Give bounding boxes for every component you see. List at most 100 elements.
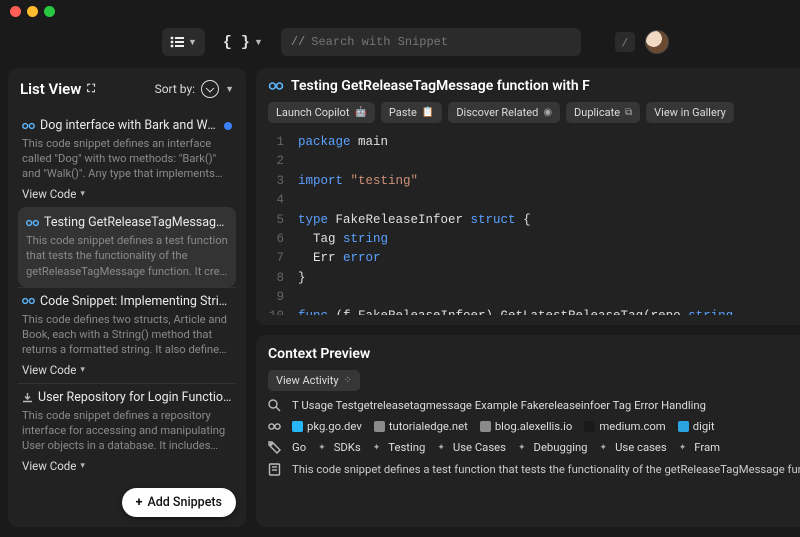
code-line: 7 Err error — [268, 249, 800, 268]
snippet-title: Dog interface with Bark and Walk… — [40, 118, 219, 133]
view-code-button[interactable]: View Code▾ — [22, 459, 232, 473]
link-icon — [26, 219, 39, 227]
code-line: 5type FakeReleaseInfoer struct { — [268, 211, 800, 230]
add-snippets-button[interactable]: + Add Snippets — [122, 488, 236, 517]
code-viewer-panel: Testing GetReleaseTagMessage function wi… — [256, 68, 800, 325]
lens-icon: ◉ — [543, 107, 552, 118]
note-icon — [268, 463, 282, 476]
sort-label: Sort by: — [155, 82, 196, 96]
braces-icon: { } — [223, 34, 250, 51]
context-link[interactable]: blog.alexellis.io — [480, 420, 572, 433]
avatar[interactable] — [645, 30, 669, 54]
line-number: 5 — [268, 211, 298, 230]
minimize-window-dot[interactable] — [27, 6, 38, 17]
search-input[interactable] — [311, 35, 571, 49]
snippet-card[interactable]: User Repository for Login Functio…This c… — [18, 383, 236, 479]
context-tag[interactable]: Go — [292, 441, 306, 454]
line-number: 1 — [268, 133, 298, 152]
search-input-wrap[interactable]: // — [281, 28, 581, 56]
line-number: 10 — [268, 307, 298, 315]
context-link[interactable]: digit — [678, 420, 715, 433]
link-icon — [268, 81, 284, 91]
viewer-title: Testing GetReleaseTagMessage function wi… — [291, 78, 590, 94]
download-icon — [22, 392, 33, 403]
action-view-in-gallery[interactable]: View in Gallery — [646, 102, 734, 123]
snippet-title: Code Snippet: Implementing Strin… — [40, 294, 232, 309]
action-label: Discover Related — [456, 106, 538, 119]
unread-dot — [224, 122, 232, 130]
line-number: 6 — [268, 230, 298, 249]
expand-icon[interactable]: ⛶ — [87, 82, 95, 96]
context-tag[interactable]: Use Cases — [437, 441, 506, 454]
link-icon — [22, 122, 35, 130]
braces-menu-button[interactable]: { } ▼ — [215, 28, 271, 56]
context-preview-panel: Context Preview ≡ View Activity ⁘ T Usag… — [256, 335, 800, 527]
clock-icon — [201, 80, 219, 98]
snippet-title: User Repository for Login Functio… — [38, 390, 231, 405]
context-link[interactable]: pkg.go.dev — [292, 420, 362, 433]
favicon — [678, 421, 689, 432]
snippet-card[interactable]: Testing GetReleaseTagMessage…This code s… — [18, 207, 236, 286]
context-tag[interactable]: Use cases — [600, 441, 667, 454]
snippet-card[interactable]: Code Snippet: Implementing Strin… This co… — [18, 287, 236, 383]
action-discover-related[interactable]: Discover Related ◉ — [448, 102, 560, 123]
context-tag[interactable]: Fram — [679, 441, 720, 454]
search-prefix: // — [291, 35, 305, 49]
context-desc-row: This code snippet defines a test functio… — [268, 462, 800, 478]
close-window-dot[interactable] — [10, 6, 21, 17]
list-menu-button[interactable]: ▼ — [162, 28, 205, 56]
favicon — [480, 421, 491, 432]
action-duplicate[interactable]: Duplicate ⧉ — [566, 102, 640, 123]
snippet-desc: This code defines two structs, Article a… — [22, 312, 232, 357]
view-activity-button[interactable]: View Activity ⁘ — [268, 370, 360, 391]
list-view-title: List View — [20, 80, 81, 98]
code-line: 10func (f FakeReleaseInfoer) GetLatestRe… — [268, 307, 800, 315]
line-number: 4 — [268, 191, 298, 210]
window-titlebar — [0, 0, 800, 22]
snippet-desc: This code snippet defines a test functio… — [26, 233, 228, 278]
favicon — [292, 421, 303, 432]
snippet-desc: This code snippet defines an interface c… — [22, 136, 232, 181]
code-line: 6 Tag string — [268, 230, 800, 249]
line-number: 7 — [268, 249, 298, 268]
list-icon — [170, 36, 184, 48]
tag-icon — [268, 441, 282, 454]
favicon — [374, 421, 385, 432]
action-paste[interactable]: Paste📋 — [381, 102, 442, 123]
context-tag[interactable]: Debugging — [518, 441, 588, 454]
chevron-down-icon: ▼ — [225, 84, 234, 95]
bot-icon: 🤖 — [354, 107, 366, 118]
view-activity-label: View Activity — [276, 374, 339, 387]
context-tag[interactable]: Testing — [373, 441, 426, 454]
context-tags-row: Go SDKs Testing Use Cases Debugging Use cases… — [268, 441, 800, 454]
view-code-button[interactable]: View Code▾ — [22, 363, 232, 377]
sort-control[interactable]: Sort by: ▼ — [155, 80, 234, 98]
action-launch-copilot[interactable]: Launch Copilot🤖 — [268, 102, 375, 123]
plus-icon: + — [136, 495, 143, 510]
context-title: Context Preview — [268, 346, 370, 362]
line-number: 3 — [268, 172, 298, 191]
snippet-card[interactable]: Dog interface with Bark and Walk… This co… — [18, 112, 236, 207]
code-line: 3import "testing" — [268, 172, 800, 191]
top-toolbar: ▼ { } ▼ // / — [0, 22, 800, 62]
context-link[interactable]: medium.com — [584, 420, 665, 433]
code-area[interactable]: 1package main23import "testing"45type Fa… — [268, 133, 800, 315]
code-line: 2 — [268, 152, 800, 171]
add-snippets-label: Add Snippets — [147, 495, 222, 510]
favicon — [584, 421, 595, 432]
view-code-button[interactable]: View Code▾ — [22, 187, 232, 201]
link-icon — [22, 297, 35, 305]
slash-shortcut-key: / — [615, 32, 635, 52]
search-icon — [268, 399, 282, 412]
context-link[interactable]: tutorialedge.net — [374, 420, 468, 433]
copy-icon: ⧉ — [625, 107, 632, 118]
context-tag[interactable]: SDKs — [318, 441, 361, 454]
line-number: 8 — [268, 269, 298, 288]
action-label: Duplicate — [574, 106, 620, 119]
action-label: View in Gallery — [654, 106, 726, 119]
maximize-window-dot[interactable] — [44, 6, 55, 17]
code-line: 8} — [268, 269, 800, 288]
code-line: 9 — [268, 288, 800, 307]
link-icon — [268, 422, 282, 431]
context-links-row: pkg.go.dev tutorialedge.net blog.alexellis… — [268, 420, 800, 433]
